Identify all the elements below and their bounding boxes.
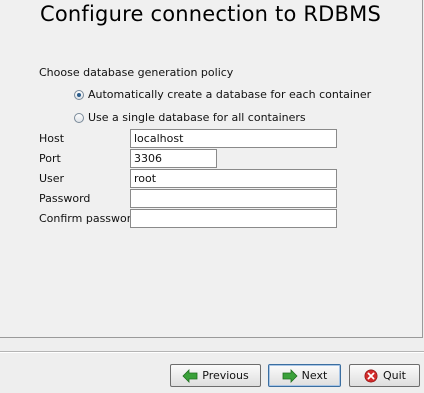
confirm-password-field[interactable] bbox=[130, 209, 337, 228]
radio-selected-icon[interactable] bbox=[74, 89, 84, 100]
radio-single-database-label: Use a single database for all containers bbox=[88, 111, 306, 124]
policy-label: Choose database generation policy bbox=[39, 66, 234, 79]
radio-unselected-icon[interactable] bbox=[74, 112, 84, 123]
next-button[interactable]: Next bbox=[268, 364, 341, 387]
previous-button-label: Previous bbox=[202, 369, 249, 382]
port-field[interactable]: 3306 bbox=[130, 149, 217, 168]
password-field[interactable] bbox=[130, 189, 337, 208]
radio-auto-create[interactable]: Automatically create a database for each… bbox=[74, 88, 371, 101]
quit-button[interactable]: Quit bbox=[349, 364, 420, 387]
quit-button-label: Quit bbox=[383, 369, 406, 382]
close-circle-icon bbox=[364, 369, 378, 382]
page-title: Configure connection to RDBMS bbox=[40, 2, 382, 26]
host-label: Host bbox=[39, 132, 65, 145]
arrow-left-icon bbox=[182, 368, 198, 383]
content-panel: Configure connection to RDBMS Choose dat… bbox=[0, 0, 423, 338]
previous-button[interactable]: Previous bbox=[170, 364, 261, 387]
divider-highlight bbox=[0, 352, 424, 353]
user-field[interactable]: root bbox=[130, 169, 337, 188]
arrow-right-icon bbox=[282, 368, 298, 383]
user-label: User bbox=[39, 172, 65, 185]
host-field[interactable]: localhost bbox=[130, 129, 337, 148]
confirm-password-label: Confirm password bbox=[39, 212, 139, 225]
next-button-label: Next bbox=[301, 369, 328, 382]
radio-single-database[interactable]: Use a single database for all containers bbox=[74, 111, 306, 124]
port-label: Port bbox=[39, 152, 61, 165]
radio-auto-create-label: Automatically create a database for each… bbox=[88, 88, 372, 101]
password-label: Password bbox=[39, 192, 91, 205]
